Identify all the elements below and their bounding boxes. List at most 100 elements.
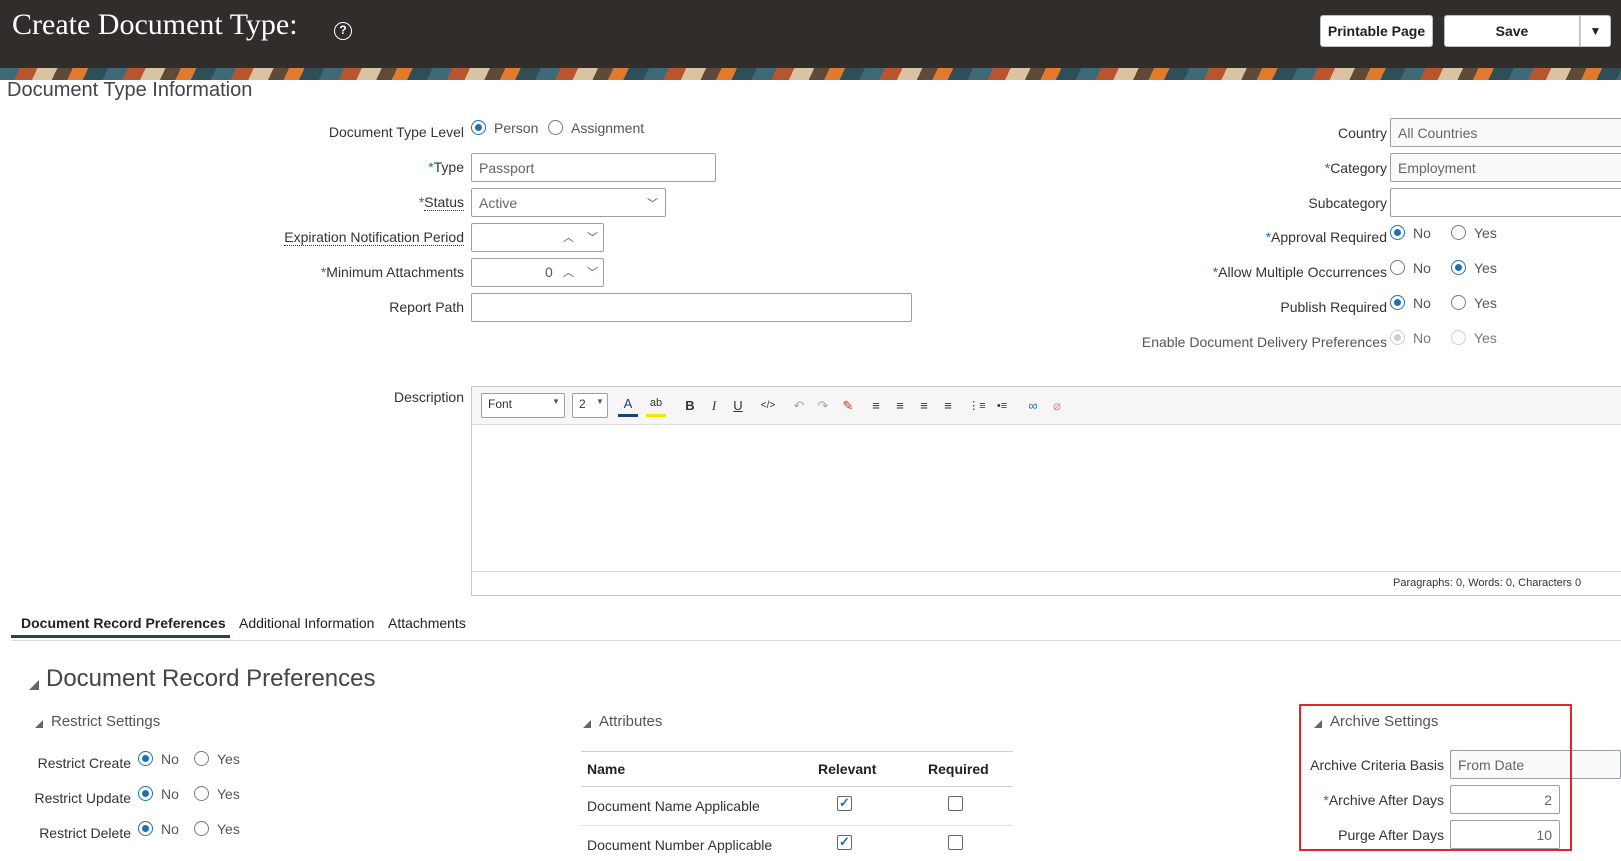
publish-no-radio[interactable] (1390, 295, 1405, 310)
country-label: Country (1337, 125, 1387, 141)
restrict-delete-no-label: No (161, 821, 179, 837)
unlink-icon[interactable]: ⌀ (1047, 395, 1067, 417)
restrict-update-no-radio[interactable] (138, 786, 153, 801)
align-right-icon[interactable]: ≡ (914, 395, 934, 417)
level-assignment-radio[interactable] (548, 120, 563, 135)
save-menu-chevron-icon[interactable]: ▼ (1580, 15, 1611, 47)
approval-yes-label: Yes (1474, 225, 1497, 241)
report-path-label: Report Path (389, 299, 464, 315)
restrict-create-no-label: No (161, 751, 179, 767)
allow-multi-no-radio[interactable] (1390, 260, 1405, 275)
restrict-delete-label: Restrict Delete (39, 825, 131, 841)
collapse-record-preferences-icon[interactable] (29, 680, 39, 690)
restrict-delete-no-radio[interactable] (138, 821, 153, 836)
record-preferences-title: Document Record Preferences (46, 665, 376, 692)
publish-yes-radio[interactable] (1451, 295, 1466, 310)
subcategory-select[interactable] (1390, 188, 1621, 217)
undo-icon[interactable]: ↶ (789, 395, 809, 417)
min-attach-increment-icon[interactable]: ︿ (563, 264, 574, 280)
category-select[interactable]: Employment (1390, 153, 1621, 182)
expiration-period-input[interactable] (471, 223, 604, 252)
font-family-dropdown-icon[interactable]: ▼ (552, 397, 560, 406)
clear-format-icon[interactable]: ✎ (838, 395, 858, 417)
restrict-create-no-radio[interactable] (138, 751, 153, 766)
attribute-row-required-checkbox[interactable] (948, 835, 963, 850)
expiration-decrement-icon[interactable]: ﹀ (587, 229, 598, 245)
restrict-update-yes-label: Yes (217, 786, 240, 802)
help-icon[interactable]: ? (334, 22, 352, 40)
tab-divider (11, 640, 1621, 641)
restrict-create-yes-label: Yes (217, 751, 240, 767)
highlight-icon[interactable]: ab (646, 395, 666, 417)
min-attach-decrement-icon[interactable]: ﹀ (587, 264, 598, 280)
restrict-delete-yes-label: Yes (217, 821, 240, 837)
status-chevron-down-icon[interactable]: ﹀ (647, 195, 658, 211)
tab-additional-information[interactable]: Additional Information (239, 615, 374, 631)
attributes-row-divider (581, 825, 1013, 826)
attributes-column-name: Name (587, 761, 626, 777)
restrict-create-yes-radio[interactable] (194, 751, 209, 766)
attribute-row-required-checkbox[interactable] (948, 796, 963, 811)
collapse-restrict-settings-icon[interactable] (35, 720, 43, 728)
align-center-icon[interactable]: ≡ (890, 395, 910, 417)
attributes-column-relevant: Relevant (818, 761, 877, 777)
ordered-list-icon[interactable]: ⋮≡ (967, 395, 987, 417)
active-tab-indicator (11, 635, 230, 638)
allow-multi-no-label: No (1413, 260, 1431, 276)
redo-icon[interactable]: ↷ (813, 395, 833, 417)
minimum-attachments-input[interactable] (471, 258, 604, 287)
delivery-no-label: No (1413, 330, 1431, 346)
approval-no-label: No (1413, 225, 1431, 241)
underline-icon[interactable]: U (728, 395, 748, 417)
delivery-yes-label: Yes (1474, 330, 1497, 346)
category-label: *Category (1324, 160, 1387, 176)
source-code-icon[interactable]: </> (758, 395, 778, 417)
attributes-title: Attributes (599, 713, 663, 730)
tab-attachments[interactable]: Attachments (388, 615, 466, 631)
unordered-list-icon[interactable]: •≡ (992, 395, 1012, 417)
enable-document-delivery-preferences-label: Enable Document Delivery Preferences (1141, 334, 1387, 350)
approval-no-radio[interactable] (1390, 225, 1405, 240)
link-icon[interactable]: ∞ (1023, 395, 1043, 417)
page-title: Create Document Type: (12, 8, 298, 41)
publish-no-label: No (1413, 295, 1431, 311)
status-select[interactable]: Active (471, 188, 666, 217)
restrict-update-yes-radio[interactable] (194, 786, 209, 801)
subcategory-label: Subcategory (1308, 195, 1387, 211)
status-label: *Status (418, 194, 464, 211)
section-title-document-type-information: Document Type Information (7, 79, 253, 101)
delivery-yes-radio (1451, 330, 1466, 345)
editor-word-count: Paragraphs: 0, Words: 0, Characters 0 (1393, 577, 1582, 589)
approval-required-label: *Approval Required (1265, 229, 1387, 245)
italic-icon[interactable]: I (704, 395, 724, 417)
level-assignment-label: Assignment (571, 120, 645, 136)
approval-yes-radio[interactable] (1451, 225, 1466, 240)
type-label: *Type (428, 159, 464, 175)
allow-multi-yes-radio[interactable] (1451, 260, 1466, 275)
expiration-increment-icon[interactable]: ︿ (563, 229, 574, 245)
country-select[interactable]: All Countries (1390, 118, 1621, 147)
attribute-row-relevant-checkbox[interactable]: ✓ (837, 835, 852, 850)
level-person-radio[interactable] (471, 120, 486, 135)
collapse-attributes-icon[interactable] (583, 720, 591, 728)
font-color-icon[interactable]: A (618, 395, 638, 417)
allow-multi-yes-label: Yes (1474, 260, 1497, 276)
font-size-dropdown-icon[interactable]: ▼ (596, 397, 604, 406)
description-editor-area[interactable] (472, 425, 1621, 570)
attribute-row-name: Document Name Applicable (587, 798, 760, 814)
publish-required-label: Publish Required (1280, 299, 1387, 315)
justify-icon[interactable]: ≡ (938, 395, 958, 417)
type-input[interactable]: Passport (471, 153, 716, 182)
attribute-row-name: Document Number Applicable (587, 837, 773, 853)
publish-yes-label: Yes (1474, 295, 1497, 311)
expiration-notification-period-label: Expiration Notification Period (284, 229, 464, 246)
attribute-row-relevant-checkbox[interactable]: ✓ (837, 796, 852, 811)
restrict-delete-yes-radio[interactable] (194, 821, 209, 836)
save-button[interactable]: Save (1444, 15, 1580, 47)
printable-page-button[interactable]: Printable Page (1320, 15, 1433, 47)
bold-icon[interactable]: B (680, 395, 700, 417)
level-person-label: Person (494, 120, 539, 136)
tab-document-record-preferences[interactable]: Document Record Preferences (21, 615, 226, 631)
align-left-icon[interactable]: ≡ (866, 395, 886, 417)
report-path-input[interactable] (471, 293, 912, 322)
